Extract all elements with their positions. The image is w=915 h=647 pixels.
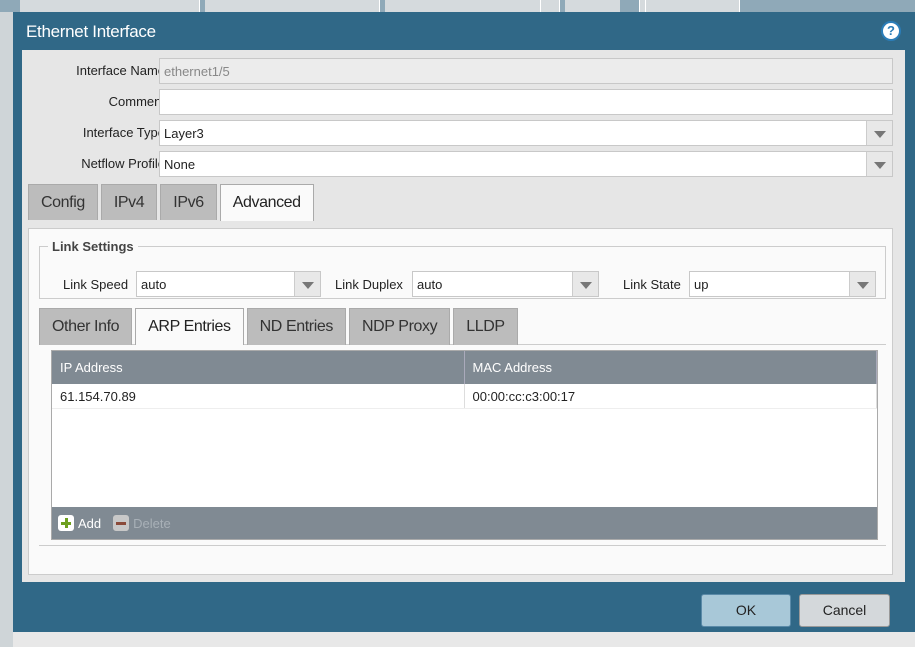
plus-icon bbox=[58, 515, 74, 531]
link-duplex-select[interactable]: auto bbox=[412, 271, 599, 297]
link-state-label: Link State bbox=[623, 277, 681, 292]
interface-type-row: Interface Type Layer3 bbox=[22, 120, 905, 146]
interface-type-label: Interface Type bbox=[82, 125, 165, 140]
delete-label: Delete bbox=[133, 515, 171, 531]
subtab-nd-entries[interactable]: ND Entries bbox=[246, 308, 346, 345]
link-settings-group: Link Settings Link Speed auto Link Duple… bbox=[39, 239, 886, 299]
interface-type-select[interactable]: Layer3 bbox=[159, 120, 893, 146]
tab-advanced[interactable]: Advanced bbox=[219, 184, 314, 221]
minus-icon bbox=[113, 515, 130, 531]
dialog-body: Interface Name ethernet1/5 Comment Inter… bbox=[22, 50, 905, 582]
cancel-button[interactable]: Cancel bbox=[799, 594, 890, 627]
add-label: Add bbox=[78, 515, 102, 531]
comment-label: Comment bbox=[108, 94, 165, 109]
comment-input[interactable] bbox=[159, 89, 893, 115]
delete-button: Delete bbox=[113, 515, 171, 531]
background-page bbox=[0, 12, 13, 647]
link-state-select[interactable]: up bbox=[689, 271, 876, 297]
interface-type-value: Layer3 bbox=[164, 126, 204, 141]
arp-entries-table: IP Address MAC Address 61.154.70.89 00:0… bbox=[51, 350, 878, 540]
chevron-down-icon[interactable] bbox=[866, 152, 892, 176]
link-speed-select[interactable]: auto bbox=[136, 271, 321, 297]
link-speed-label: Link Speed bbox=[63, 277, 129, 292]
netflow-profile-value: None bbox=[164, 157, 196, 172]
background-tab-bar bbox=[0, 0, 915, 12]
main-tabs: Config IPv4 IPv6 Advanced bbox=[28, 184, 314, 221]
table-toolbar: Add Delete bbox=[52, 507, 877, 539]
chevron-down-icon[interactable] bbox=[849, 272, 875, 296]
interface-name-input: ethernet1/5 bbox=[159, 58, 893, 84]
link-duplex-label: Link Duplex bbox=[335, 277, 403, 292]
netflow-profile-label: Netflow Profile bbox=[81, 156, 165, 171]
link-speed-value: auto bbox=[141, 277, 167, 292]
subtab-other-info[interactable]: Other Info bbox=[39, 308, 133, 345]
link-duplex-value: auto bbox=[417, 277, 443, 292]
add-button[interactable]: Add bbox=[58, 515, 101, 531]
interface-name-row: Interface Name ethernet1/5 bbox=[22, 58, 905, 84]
ok-button[interactable]: OK bbox=[701, 594, 791, 627]
tab-ipv6[interactable]: IPv6 bbox=[160, 184, 217, 220]
advanced-subtabs: Other Info ARP Entries ND Entries NDP Pr… bbox=[39, 308, 518, 345]
column-mac-address[interactable]: MAC Address bbox=[465, 351, 877, 384]
netflow-profile-select[interactable]: None bbox=[159, 151, 893, 177]
chevron-down-icon[interactable] bbox=[866, 121, 892, 145]
column-ip-address[interactable]: IP Address bbox=[52, 351, 465, 384]
table-row[interactable]: 61.154.70.89 00:00:cc:c3:00:17 bbox=[52, 384, 877, 409]
subtab-ndp-proxy[interactable]: NDP Proxy bbox=[348, 308, 451, 345]
mac-address-cell: 00:00:cc:c3:00:17 bbox=[465, 384, 877, 408]
ethernet-interface-dialog: Ethernet Interface ? Interface Name ethe… bbox=[13, 12, 915, 632]
netflow-profile-row: Netflow Profile None bbox=[22, 151, 905, 177]
comment-row: Comment bbox=[22, 89, 905, 115]
interface-name-label: Interface Name bbox=[76, 63, 165, 78]
advanced-subtabs-area: Other Info ARP Entries ND Entries NDP Pr… bbox=[39, 308, 886, 546]
tab-config[interactable]: Config bbox=[28, 184, 98, 220]
subtab-arp-entries[interactable]: ARP Entries bbox=[135, 308, 244, 345]
subtab-lldp[interactable]: LLDP bbox=[453, 308, 518, 345]
chevron-down-icon[interactable] bbox=[294, 272, 320, 296]
ip-address-cell: 61.154.70.89 bbox=[52, 384, 465, 408]
chevron-down-icon[interactable] bbox=[572, 272, 598, 296]
tab-ipv4[interactable]: IPv4 bbox=[100, 184, 158, 220]
link-state-value: up bbox=[694, 277, 709, 292]
link-settings-legend: Link Settings bbox=[52, 239, 134, 254]
advanced-tab-panel: Link Settings Link Speed auto Link Duple… bbox=[28, 228, 893, 575]
dialog-title: Ethernet Interface bbox=[26, 22, 156, 41]
help-icon[interactable]: ? bbox=[881, 21, 901, 41]
table-header: IP Address MAC Address bbox=[52, 351, 877, 384]
